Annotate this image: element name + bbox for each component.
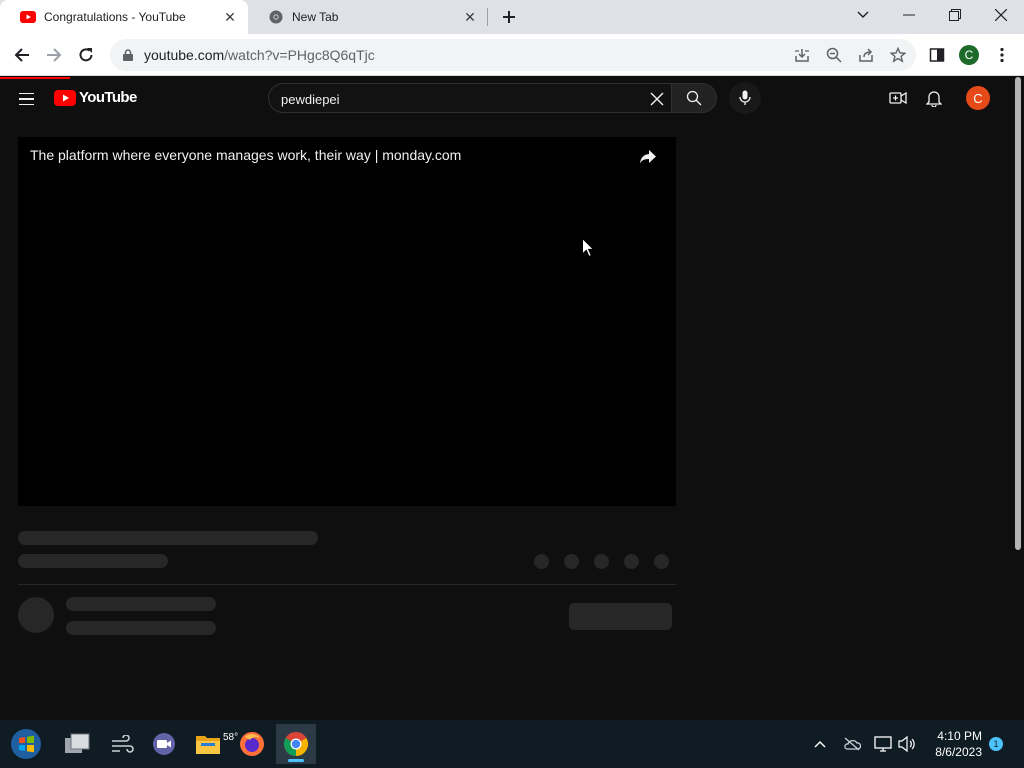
tab-search-icon[interactable] [840, 0, 886, 30]
skeleton-channel-subs [66, 621, 216, 635]
skeleton-subscribe-button [569, 603, 672, 630]
tab-divider [487, 8, 488, 26]
clock-date: 8/6/2023 [935, 745, 982, 759]
skeleton-action-dot [594, 554, 609, 569]
close-tab-icon[interactable]: ✕ [460, 7, 480, 27]
onedrive-offline-icon[interactable] [842, 734, 862, 754]
back-button[interactable] [7, 40, 37, 70]
skeleton-channel-avatar [18, 597, 54, 633]
forward-button[interactable] [39, 40, 69, 70]
youtube-page: YouTube C The platform where everyone ma… [0, 77, 1024, 720]
mouse-cursor-icon [582, 238, 594, 258]
close-tab-icon[interactable]: ✕ [220, 7, 240, 27]
network-icon[interactable] [873, 734, 893, 754]
skeleton-channel-name [66, 597, 216, 611]
browser-tab-strip: Congratulations - YouTube ✕ New Tab ✕ [0, 0, 1024, 34]
page-scrollbar[interactable] [1012, 77, 1024, 720]
skeleton-action-dot [654, 554, 669, 569]
zoom-out-icon[interactable] [820, 39, 848, 71]
search-input[interactable] [281, 89, 641, 109]
bookmark-star-icon[interactable] [884, 39, 912, 71]
profile-avatar: C [959, 45, 979, 65]
minimize-button[interactable] [886, 0, 932, 30]
windows-orb-icon [11, 729, 41, 759]
clear-search-icon[interactable] [646, 88, 668, 110]
search-box[interactable] [268, 83, 671, 113]
skeleton-action-dot [534, 554, 549, 569]
address-bar[interactable]: youtube.com/watch?v=PHgc8Q6qTjc [110, 39, 916, 71]
menu-kebab-icon[interactable] [987, 40, 1017, 70]
clock-time: 4:10 PM [937, 729, 982, 743]
taskbar: 58° 4:10 PM 8/6/2023 [0, 720, 1024, 768]
new-tab-button[interactable] [498, 6, 520, 28]
voice-search-button[interactable] [729, 82, 761, 114]
youtube-wordmark: YouTube [79, 89, 137, 106]
video-player[interactable]: The platform where everyone manages work… [18, 137, 676, 506]
url-text: youtube.com/watch?v=PHgc8Q6qTjc [144, 47, 375, 63]
profile-button[interactable]: C [954, 40, 984, 70]
side-panel-icon[interactable] [922, 40, 952, 70]
video-title-overlay[interactable]: The platform where everyone manages work… [30, 147, 461, 163]
lock-icon[interactable] [112, 49, 144, 61]
url-path: /watch?v=PHgc8Q6qTjc [224, 47, 375, 63]
system-clock[interactable]: 4:10 PM 8/6/2023 [920, 728, 982, 760]
task-view-icon[interactable] [57, 724, 97, 764]
tab-youtube[interactable]: Congratulations - YouTube ✕ [0, 0, 248, 34]
share-page-icon[interactable] [852, 39, 880, 71]
weather-widget[interactable]: 58° [102, 724, 238, 764]
scrollbar-thumb[interactable] [1015, 77, 1021, 550]
search-icon [686, 90, 702, 106]
skeleton-action-dot [564, 554, 579, 569]
teams-chat-icon[interactable] [144, 724, 184, 764]
chrome-favicon-icon [268, 9, 284, 25]
divider [18, 584, 676, 585]
restore-button[interactable] [932, 0, 978, 30]
menu-hamburger-icon[interactable] [14, 87, 38, 111]
notifications-bell-icon[interactable] [922, 86, 946, 110]
tab-title: New Tab [292, 10, 339, 24]
search-button[interactable] [671, 83, 717, 113]
youtube-logo[interactable]: YouTube [54, 89, 137, 106]
browser-toolbar: youtube.com/watch?v=PHgc8Q6qTjc C [0, 34, 1024, 76]
reload-button[interactable] [71, 40, 101, 70]
show-hidden-icons-chevron-icon[interactable] [810, 734, 830, 754]
notification-count-badge[interactable]: 1 [989, 737, 1003, 751]
install-app-icon[interactable] [788, 39, 816, 71]
start-button[interactable] [6, 724, 46, 764]
youtube-favicon-icon [20, 9, 36, 25]
skeleton-action-dot [624, 554, 639, 569]
microphone-icon [739, 90, 751, 105]
tab-title: Congratulations - YouTube [44, 10, 186, 24]
skeleton-title [18, 531, 318, 545]
wind-weather-icon [112, 735, 134, 753]
chrome-taskbar-icon[interactable] [276, 724, 316, 764]
volume-speaker-icon[interactable] [897, 734, 917, 754]
share-arrow-icon[interactable] [636, 145, 660, 169]
tab-new-tab[interactable]: New Tab ✕ [248, 0, 488, 34]
youtube-header: YouTube C [0, 77, 1012, 119]
account-avatar[interactable]: C [966, 86, 990, 110]
close-window-button[interactable] [978, 0, 1024, 30]
youtube-play-logo-icon [54, 89, 76, 106]
skeleton-subtitle [18, 554, 168, 568]
firefox-icon[interactable] [232, 724, 272, 764]
url-host: youtube.com [144, 47, 225, 63]
create-video-icon[interactable] [886, 86, 910, 110]
file-explorer-icon[interactable] [188, 724, 228, 764]
